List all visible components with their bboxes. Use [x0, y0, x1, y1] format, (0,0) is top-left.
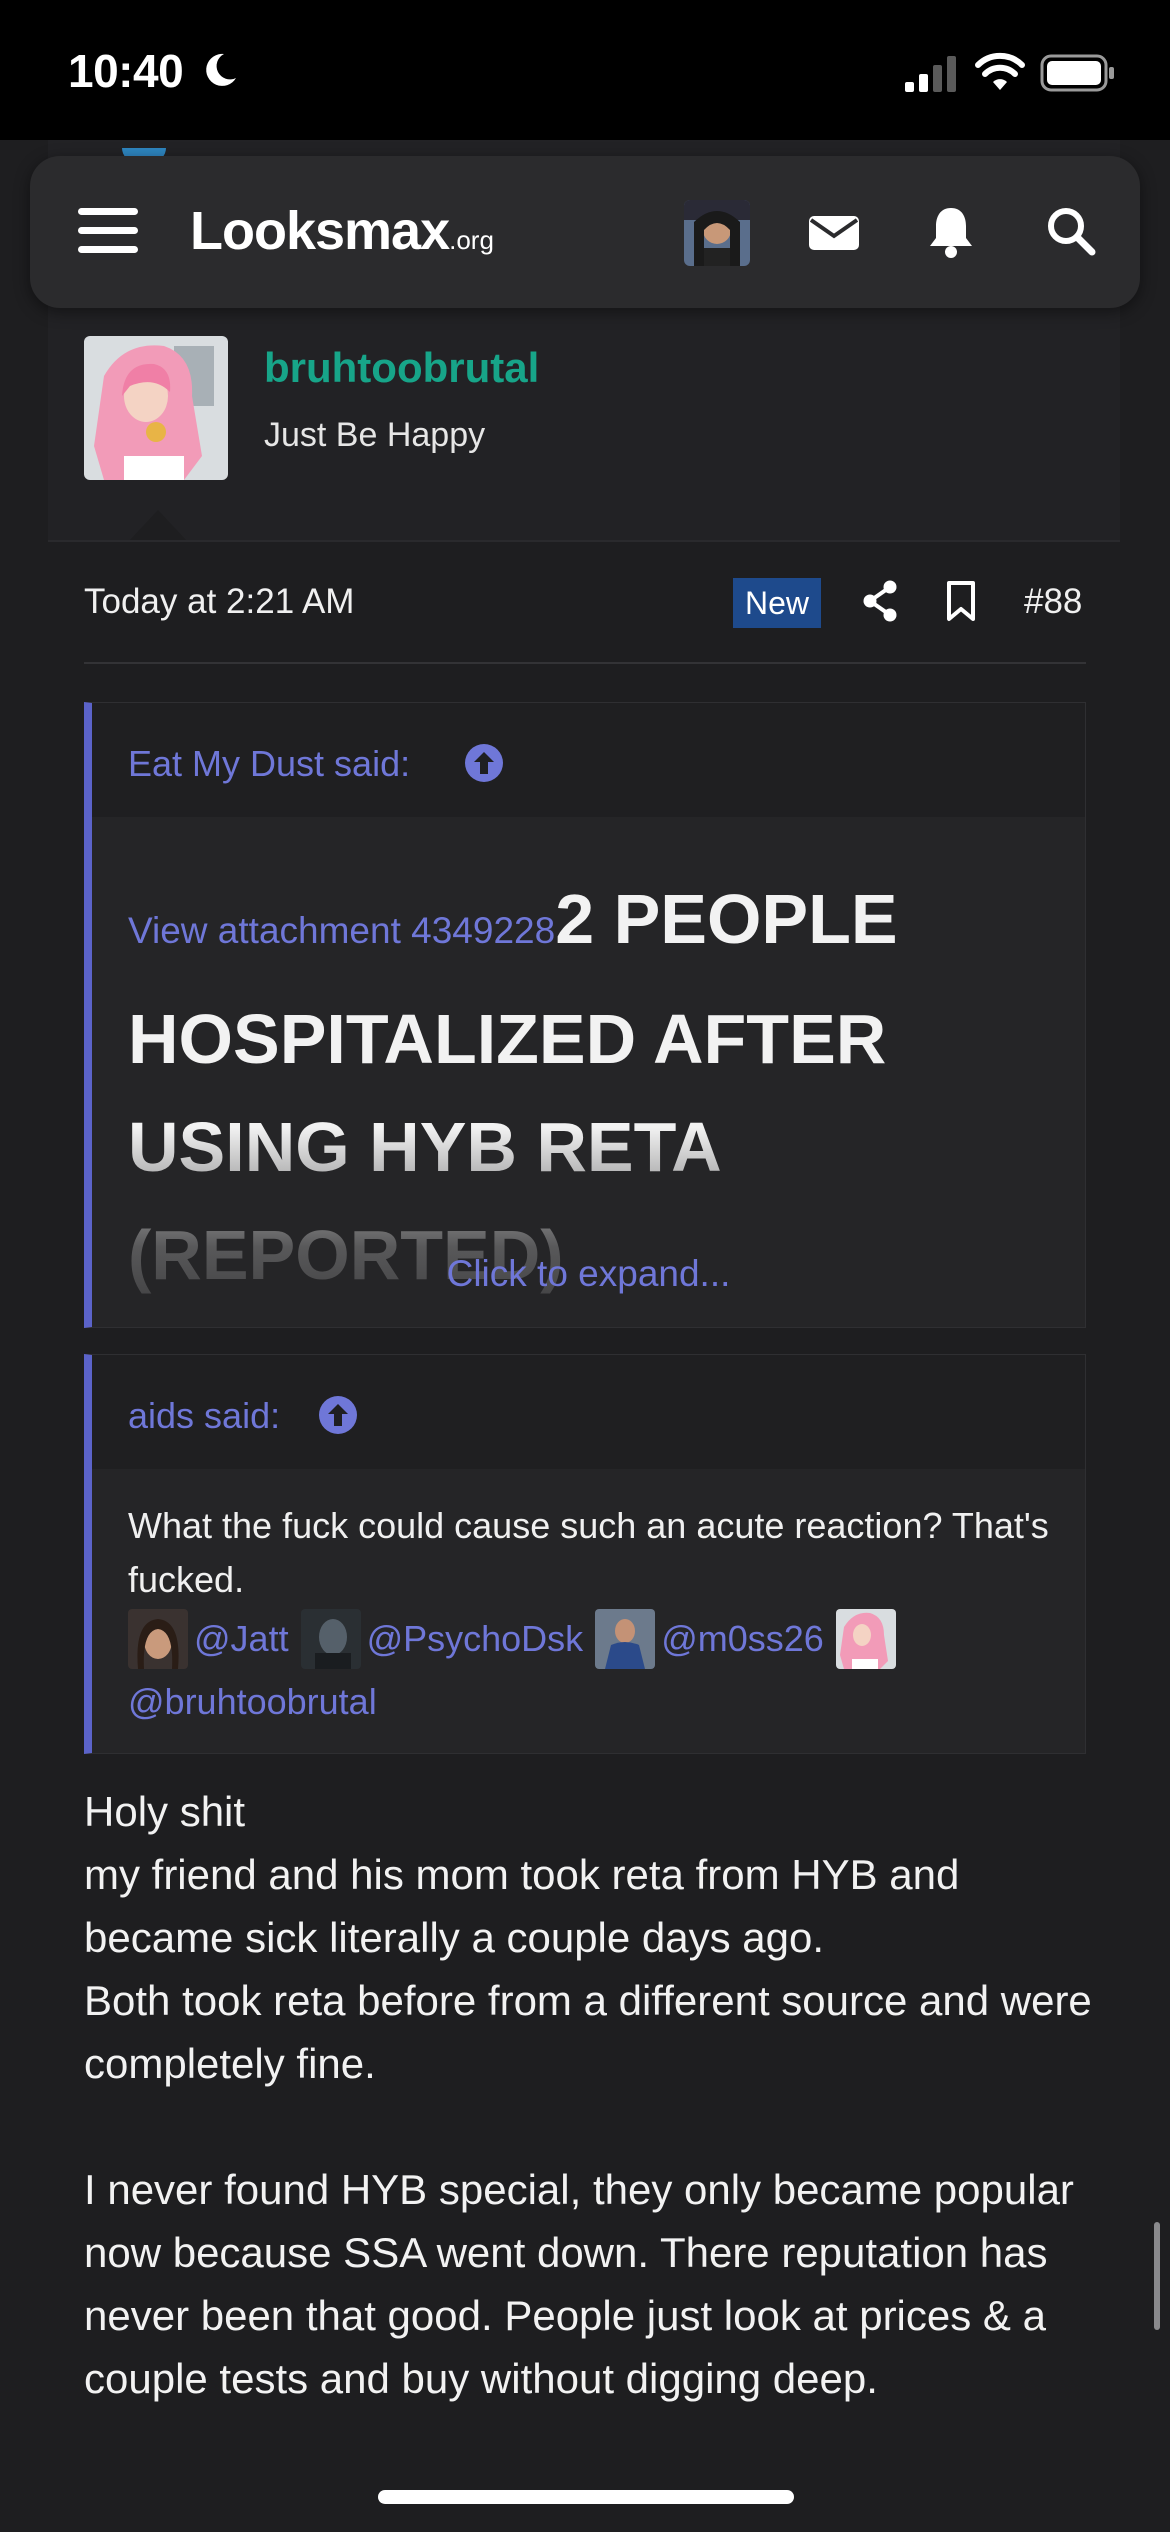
bell-icon[interactable]	[928, 204, 974, 258]
scrollbar[interactable]	[1154, 2222, 1160, 2330]
click-to-expand-link[interactable]: Click to expand...	[92, 1253, 1085, 1295]
mention-avatar	[595, 1609, 656, 1670]
top-navbar: Looksmax.org	[30, 156, 1140, 308]
post-paragraph: I never found HYB special, they only bec…	[84, 2166, 1074, 2402]
quote-content: View attachment 43492282 PEOPLE HOSPITAL…	[92, 817, 1085, 1327]
mention-link[interactable]: @m0ss26	[661, 1618, 824, 1659]
quote-author-link[interactable]: Eat My Dust said:	[128, 743, 410, 785]
site-logo[interactable]: Looksmax.org	[190, 200, 494, 262]
wifi-icon	[975, 52, 1025, 90]
post-number-link[interactable]: #88	[1024, 582, 1082, 622]
quote-text: What the fuck could cause such an acute …	[128, 1505, 1049, 1600]
battery-icon	[1040, 54, 1114, 92]
status-bar: 10:40	[0, 0, 1170, 140]
mention-avatar	[835, 1609, 896, 1670]
author-pointer	[128, 510, 188, 542]
post-date[interactable]: Today at 2:21 AM	[84, 582, 354, 622]
meta-divider	[84, 662, 1086, 664]
arrow-up-circle-icon[interactable]	[318, 1395, 358, 1435]
mail-icon[interactable]	[809, 212, 859, 252]
post-line: Holy shit	[84, 1788, 246, 1835]
bookmark-icon[interactable]	[946, 580, 976, 622]
mention-avatar	[128, 1609, 188, 1670]
quote-author-link[interactable]: aids said:	[128, 1395, 280, 1437]
mention-list: @Jatt @PsychoDsk @m0ss26 @bruhtoobrutal	[128, 1607, 1049, 1732]
mention-link[interactable]: @PsychoDsk	[367, 1618, 584, 1659]
status-time: 10:40	[68, 45, 184, 97]
logo-suffix: .org	[449, 225, 494, 255]
author-username[interactable]: bruhtoobrutal	[264, 344, 539, 392]
home-indicator[interactable]	[378, 2490, 794, 2504]
share-icon[interactable]	[862, 580, 898, 622]
arrow-up-circle-icon[interactable]	[464, 743, 504, 783]
post-body: Holy shit my friend and his mom took ret…	[84, 1780, 1094, 2410]
quote-header: aids said:	[92, 1355, 1085, 1469]
mention-link[interactable]: @Jatt	[194, 1618, 289, 1659]
post-line: my friend and his mom took reta from HYB…	[84, 1851, 960, 1961]
author-avatar[interactable]	[84, 336, 228, 480]
author-user-title: Just Be Happy	[264, 416, 486, 454]
mention-link[interactable]: @bruhtoobrutal	[128, 1681, 377, 1722]
new-badge: New	[733, 578, 821, 628]
search-icon[interactable]	[1046, 206, 1096, 256]
hamburger-icon[interactable]	[78, 206, 138, 256]
user-avatar[interactable]	[684, 200, 750, 266]
mention-avatar	[300, 1609, 361, 1670]
moon-icon	[206, 53, 236, 86]
divider	[48, 540, 1120, 542]
logo-text: Looksmax	[190, 201, 450, 261]
quote-block: aids said: What the fuck could cause suc…	[84, 1354, 1086, 1754]
attachment-link[interactable]: View attachment 4349228	[128, 910, 555, 951]
quote-block: Eat My Dust said: View attachment 434922…	[84, 702, 1086, 1328]
quote-content: What the fuck could cause such an acute …	[92, 1469, 1085, 1732]
signal-icon	[905, 56, 956, 92]
post-line: Both took reta before from a different s…	[84, 1977, 1092, 2087]
quote-header: Eat My Dust said:	[92, 703, 1085, 817]
expand-fade	[92, 1127, 1085, 1327]
